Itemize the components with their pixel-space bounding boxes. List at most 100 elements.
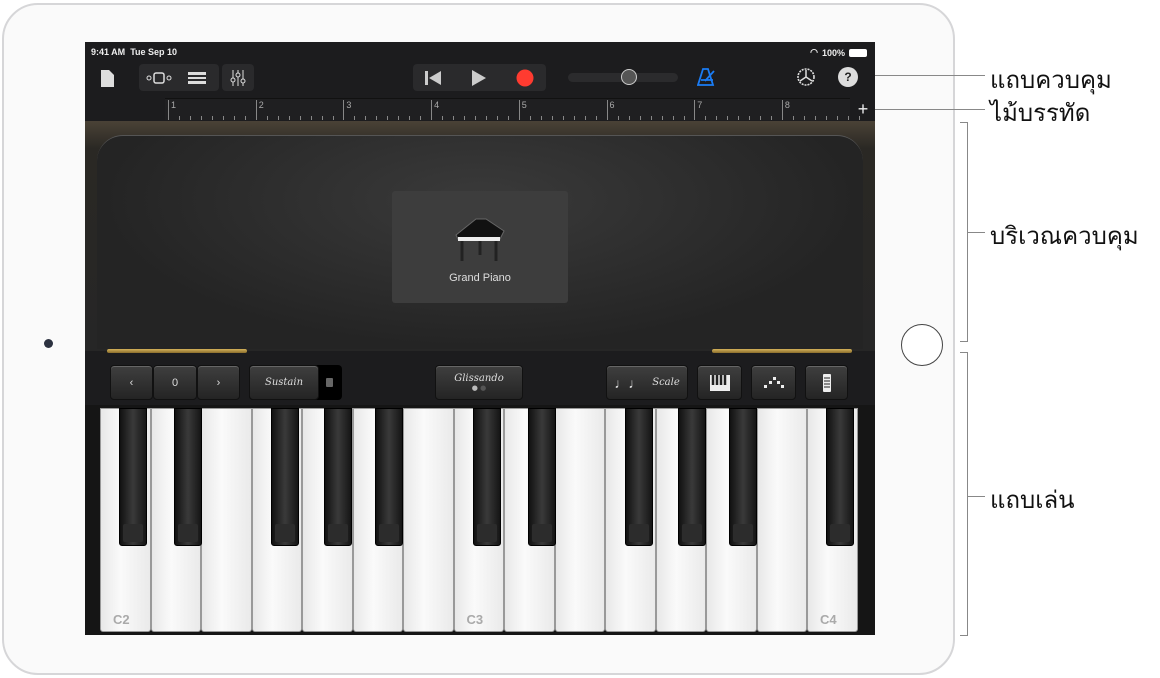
scale-button[interactable]: ♩♩ Scale: [606, 365, 688, 400]
ruler-tick: [376, 116, 378, 120]
play-icon[interactable]: [457, 64, 501, 91]
ruler-tick: [661, 116, 663, 120]
black-key[interactable]: [271, 408, 299, 546]
black-key[interactable]: [472, 408, 501, 546]
status-time: 9:41 AM: [91, 47, 126, 57]
ruler-tick: [420, 116, 422, 120]
ruler-tick: [497, 116, 499, 120]
black-key[interactable]: [826, 408, 854, 546]
black-key[interactable]: [527, 408, 556, 546]
white-key[interactable]: [554, 408, 605, 632]
white-key[interactable]: [201, 408, 252, 632]
arpeggiator-icon[interactable]: [751, 365, 796, 400]
volume-thumb[interactable]: [621, 69, 637, 85]
keyboard-layout-icon[interactable]: [697, 365, 742, 400]
instrument-name: Grand Piano: [449, 272, 511, 284]
sustain-lock-group: Sustain: [249, 365, 342, 400]
ruler-tick: [584, 116, 586, 120]
black-key[interactable]: [677, 408, 706, 546]
black-key[interactable]: [624, 408, 653, 546]
rewind-icon[interactable]: [413, 64, 453, 91]
black-key[interactable]: [174, 408, 202, 546]
white-key[interactable]: [756, 408, 807, 632]
ruler-tick: [266, 116, 268, 120]
ruler-tick: [628, 116, 630, 120]
keyboard-size-icon[interactable]: [805, 365, 848, 400]
mixer-icon[interactable]: [222, 64, 254, 91]
black-key[interactable]: [375, 408, 403, 546]
ruler-tick: [431, 100, 433, 120]
ruler-tick: [223, 116, 224, 120]
black-key[interactable]: [324, 408, 352, 546]
record-icon[interactable]: [505, 64, 545, 91]
tracks-icon[interactable]: [179, 64, 215, 91]
ruler-tick: [508, 116, 510, 120]
gold-trim-right: [712, 349, 852, 353]
ruler-tick: [683, 116, 685, 120]
octave-down-button[interactable]: ‹: [110, 365, 153, 400]
ruler-tick: [792, 116, 794, 120]
gold-trim-left: [107, 349, 247, 353]
ruler-tick: [179, 116, 180, 120]
instrument-card[interactable]: Grand Piano: [392, 191, 568, 303]
octave-value: 0: [153, 365, 197, 400]
ruler-tick: [486, 116, 488, 120]
lock-icon[interactable]: [326, 378, 333, 387]
black-key[interactable]: [119, 408, 147, 546]
ruler-tick: [442, 116, 444, 120]
ruler-tick: [595, 116, 597, 120]
ruler-tick: [354, 116, 356, 120]
ruler-tick: [562, 116, 564, 120]
ruler-tick: [727, 116, 729, 120]
ruler-bar-number: 8: [784, 100, 790, 110]
ruler-tick: [245, 116, 246, 120]
sustain-button[interactable]: Sustain: [249, 365, 319, 400]
white-key[interactable]: [403, 408, 454, 632]
volume-slider[interactable]: [568, 69, 678, 85]
help-icon[interactable]: ?: [838, 67, 858, 87]
home-button[interactable]: [901, 324, 943, 366]
glissando-button[interactable]: Glissando ● ●: [435, 365, 523, 400]
ruler-tick: [332, 116, 334, 120]
callout-line-play: [968, 496, 985, 497]
bracket-controls: [960, 122, 968, 342]
add-section-button[interactable]: +: [853, 98, 873, 120]
glissando-label: Glissando: [454, 373, 504, 384]
ruler-tick: [453, 116, 455, 120]
page-dots: ● ●: [471, 384, 487, 392]
metronome-icon[interactable]: [695, 65, 717, 89]
key-label-c3: C3: [466, 612, 484, 627]
ruler-tick: [825, 116, 827, 120]
view-group: [139, 64, 219, 91]
bracket-play-area: [960, 352, 968, 636]
ruler-bar-number: 1: [171, 100, 177, 110]
ruler-bar-number: 2: [258, 100, 264, 110]
octave-up-button[interactable]: ›: [197, 365, 240, 400]
ruler-tick: [650, 116, 652, 120]
ruler-tick: [212, 116, 213, 120]
ruler-tick: [234, 116, 235, 120]
ruler-tick: [760, 116, 762, 120]
ruler-tick: [573, 116, 575, 120]
ruler-tick: [464, 116, 466, 120]
ruler-tick: [409, 116, 411, 120]
view-icon[interactable]: [143, 64, 175, 91]
notes-icon: ♩♩: [614, 374, 643, 391]
ruler-bar-number: 4: [434, 100, 440, 110]
callout-play-area: แถบเล่น: [990, 487, 1075, 514]
ruler-bar-number: 3: [346, 100, 352, 110]
ruler[interactable]: 1 2 3 4 5 6 7 8: [165, 98, 860, 120]
key-label-c2: C2: [113, 612, 130, 627]
ruler-tick: [398, 116, 400, 120]
ruler-tick: [781, 100, 783, 120]
ruler-tick: [299, 116, 301, 120]
ruler-tick: [694, 100, 696, 120]
ruler-tick: [540, 116, 542, 120]
ruler-tick: [387, 116, 389, 120]
settings-icon[interactable]: [795, 65, 817, 89]
ruler-tick: [847, 116, 849, 120]
document-icon[interactable]: [99, 66, 115, 90]
camera: [44, 339, 53, 348]
black-key[interactable]: [728, 408, 757, 546]
ruler-tick: [606, 100, 608, 120]
